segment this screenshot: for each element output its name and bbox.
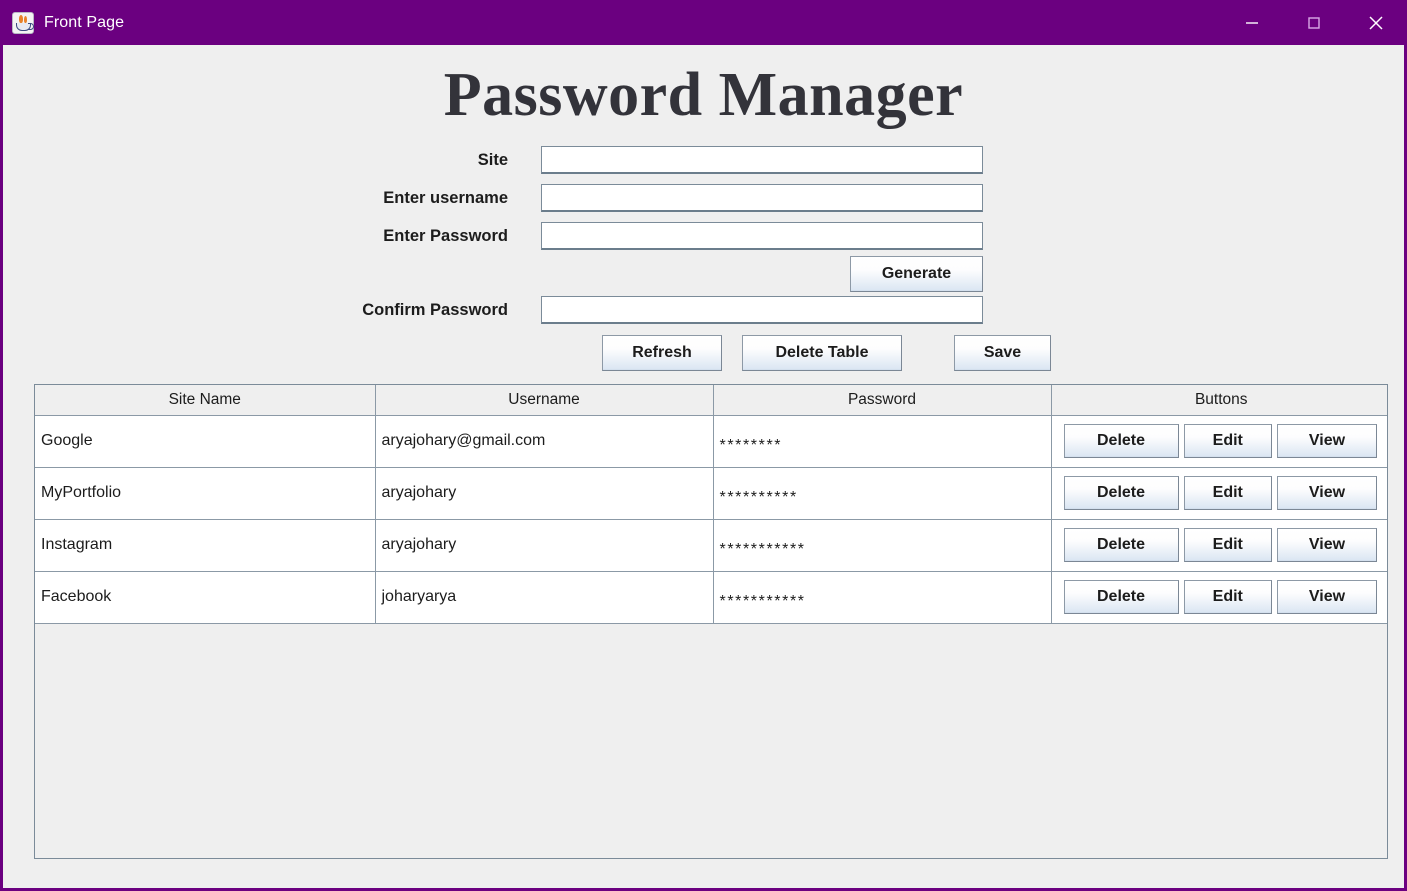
- cell-password-masked: ********: [713, 415, 1052, 468]
- row-view-button[interactable]: View: [1277, 580, 1377, 614]
- title-bar: Front Page: [0, 0, 1407, 45]
- cell-password-masked: ***********: [713, 519, 1052, 572]
- form-row-password: Enter Password: [31, 221, 1404, 251]
- column-header-site-name[interactable]: Site Name: [35, 385, 376, 416]
- main-content: Password Manager Site Enter username Ent…: [3, 45, 1404, 888]
- password-input[interactable]: [541, 222, 983, 250]
- page-title: Password Manager: [443, 61, 964, 129]
- row-edit-button[interactable]: Edit: [1183, 580, 1272, 614]
- row-view-button[interactable]: View: [1277, 424, 1377, 458]
- cell-row-buttons: Delete Edit View: [1051, 415, 1387, 468]
- form-row-confirm-password: Confirm Password: [31, 295, 1404, 325]
- java-coffee-cup-icon: [12, 11, 34, 34]
- column-header-buttons[interactable]: Buttons: [1051, 385, 1387, 416]
- password-label: Enter Password: [383, 226, 508, 245]
- form-row-username: Enter username: [31, 183, 1404, 213]
- cell-site-name: Google: [35, 415, 376, 468]
- cell-row-buttons: Delete Edit View: [1051, 467, 1387, 520]
- cell-site-name: Instagram: [35, 519, 376, 572]
- cell-site-name: MyPortfolio: [35, 467, 376, 520]
- column-header-username[interactable]: Username: [375, 385, 714, 416]
- close-button[interactable]: [1345, 0, 1407, 45]
- row-delete-button[interactable]: Delete: [1063, 476, 1179, 510]
- row-view-button[interactable]: View: [1277, 476, 1377, 510]
- window-controls: [1221, 0, 1407, 45]
- cell-password-masked: ***********: [713, 571, 1052, 624]
- credential-form: Site Enter username Enter Password Gener…: [3, 145, 1404, 371]
- table-header-row: Site Name Username Password Buttons: [35, 385, 1387, 416]
- row-delete-button[interactable]: Delete: [1063, 424, 1179, 458]
- cell-password-masked: **********: [713, 467, 1052, 520]
- cell-username: joharyarya: [375, 571, 714, 624]
- cell-username: aryajohary@gmail.com: [375, 415, 714, 468]
- maximize-button[interactable]: [1283, 0, 1345, 45]
- row-delete-button[interactable]: Delete: [1063, 580, 1179, 614]
- confirm-password-input[interactable]: [541, 296, 983, 324]
- table-row[interactable]: MyPortfolio aryajohary ********** Delete…: [35, 467, 1387, 520]
- save-button[interactable]: Save: [954, 335, 1051, 371]
- window-title: Front Page: [44, 13, 125, 31]
- password-table-container: Site Name Username Password Buttons Goog…: [34, 384, 1388, 859]
- table-row[interactable]: Instagram aryajohary *********** Delete …: [35, 519, 1387, 572]
- username-label: Enter username: [383, 188, 508, 207]
- row-edit-button[interactable]: Edit: [1183, 424, 1272, 458]
- cell-row-buttons: Delete Edit View: [1051, 519, 1387, 572]
- row-view-button[interactable]: View: [1277, 528, 1377, 562]
- site-label: Site: [477, 150, 508, 169]
- table-row[interactable]: Google aryajohary@gmail.com ******** Del…: [35, 415, 1387, 468]
- generate-password-button[interactable]: Generate: [850, 256, 983, 292]
- password-table: Site Name Username Password Buttons Goog…: [35, 385, 1387, 624]
- table-row[interactable]: Facebook joharyarya *********** Delete E…: [35, 571, 1387, 624]
- delete-table-button[interactable]: Delete Table: [742, 335, 902, 371]
- action-button-row: Refresh Delete Table Save: [31, 335, 1404, 371]
- cell-row-buttons: Delete Edit View: [1051, 571, 1387, 624]
- username-input[interactable]: [541, 184, 983, 212]
- confirm-password-label: Confirm Password: [362, 300, 508, 319]
- site-input[interactable]: [541, 146, 983, 174]
- cell-username: aryajohary: [375, 467, 714, 520]
- column-header-password[interactable]: Password: [713, 385, 1052, 416]
- cell-site-name: Facebook: [35, 571, 376, 624]
- row-delete-button[interactable]: Delete: [1063, 528, 1179, 562]
- row-edit-button[interactable]: Edit: [1183, 476, 1272, 510]
- cell-username: aryajohary: [375, 519, 714, 572]
- refresh-button[interactable]: Refresh: [602, 335, 722, 371]
- form-row-generate: Generate: [31, 256, 1404, 292]
- table-empty-area: [35, 623, 1387, 856]
- minimize-button[interactable]: [1221, 0, 1283, 45]
- row-edit-button[interactable]: Edit: [1183, 528, 1272, 562]
- application-window: Front Page Password Manager Site Enter u…: [0, 0, 1407, 891]
- form-row-site: Site: [31, 145, 1404, 175]
